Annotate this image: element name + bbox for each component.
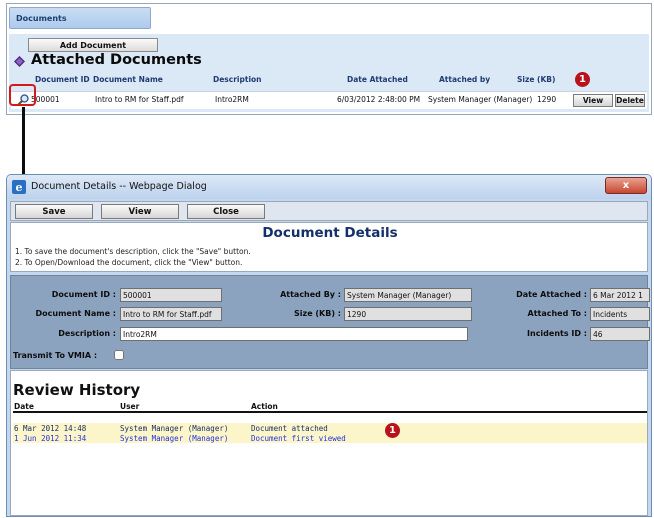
description-field[interactable] <box>120 327 468 341</box>
review-history-panel: Review History Date User Action 6 Mar 20… <box>10 370 648 516</box>
add-document-button[interactable]: Add Document <box>28 38 158 52</box>
document-details-dialog: e Document Details -- Webpage Dialog x S… <box>6 174 652 517</box>
delete-button[interactable]: Delete <box>615 94 645 107</box>
column-header-date-attached: Date Attached <box>347 75 408 84</box>
review-history-title: Review History <box>13 381 141 399</box>
document-name-field[interactable] <box>120 307 222 321</box>
browser-icon: e <box>12 180 26 194</box>
dialog-titlebar[interactable]: e Document Details -- Webpage Dialog x <box>7 175 651 199</box>
description-label: Description : <box>58 329 116 338</box>
history-date: 1 Jun 2012 11:34 <box>14 434 87 443</box>
incidents-id-field[interactable] <box>590 327 650 341</box>
date-attached-field[interactable] <box>590 288 650 302</box>
svg-text:e: e <box>16 181 23 194</box>
history-action: Document attached <box>251 424 328 433</box>
document-id-label: Document ID : <box>51 290 116 299</box>
view-button[interactable]: View <box>573 94 613 107</box>
history-header-action: Action <box>251 402 278 411</box>
callout-badge: 1 <box>385 423 400 438</box>
magnifier-highlight-box <box>9 84 36 106</box>
save-button[interactable]: Save <box>15 204 93 219</box>
dialog-toolbar: Save View Close <box>10 201 648 221</box>
instruction-line: 1. To save the document's description, c… <box>15 247 251 256</box>
size-label: Size (KB) : <box>294 309 341 318</box>
instruction-line: 2. To Open/Download the document, click … <box>15 258 243 267</box>
column-header-document-id: Document ID <box>35 75 90 84</box>
cell-attached-by: System Manager (Manager) <box>428 95 533 104</box>
history-user: System Manager (Manager) <box>120 424 229 433</box>
view-button[interactable]: View <box>101 204 179 219</box>
column-header-document-name: Document Name <box>93 75 163 84</box>
history-date: 6 Mar 2012 14:48 <box>14 424 87 433</box>
attached-documents-panel: Documents Add Document Attached Document… <box>6 3 652 115</box>
column-header-attached-by: Attached by <box>439 75 491 84</box>
column-header-size: Size (KB) <box>517 75 556 84</box>
history-header-user: User <box>120 402 140 411</box>
cell-size: 1290 <box>537 95 557 104</box>
close-button[interactable]: Close <box>187 204 265 219</box>
attached-to-label: Attached To : <box>527 309 588 318</box>
dialog-title: Document Details -- Webpage Dialog <box>31 181 207 192</box>
history-action: Document first viewed <box>251 434 346 443</box>
transmit-vmia-checkbox[interactable] <box>114 350 124 360</box>
history-row: 1 Jun 2012 11:34 System Manager (Manager… <box>13 433 647 443</box>
attached-by-label: Attached By : <box>280 290 341 299</box>
attached-by-field[interactable] <box>344 288 472 302</box>
date-attached-label: Date Attached : <box>516 290 587 299</box>
size-field[interactable] <box>344 307 472 321</box>
column-header-description: Description <box>213 75 262 84</box>
document-id-field[interactable] <box>120 288 222 302</box>
attached-documents-body: Add Document Attached Documents Document… <box>9 34 649 112</box>
document-name-label: Document Name : <box>35 309 116 318</box>
callout-badge: 1 <box>575 72 590 87</box>
instructions-panel: Document Details 1. To save the document… <box>10 222 648 272</box>
history-user: System Manager (Manager) <box>120 434 229 443</box>
page-title: Document Details <box>262 225 398 241</box>
document-form: Document ID : Attached By : Date Attache… <box>10 275 650 369</box>
incidents-id-label: Incidents ID : <box>527 329 587 338</box>
close-window-button[interactable]: x <box>605 177 647 194</box>
cell-date-attached: 6/03/2012 2:48:00 PM <box>337 95 421 104</box>
book-icon <box>14 56 25 67</box>
cell-document-name: Intro to RM for Staff.pdf <box>95 95 184 104</box>
documents-tab[interactable]: Documents <box>9 7 151 29</box>
history-header-date: Date <box>14 402 34 411</box>
cell-description: Intro2RM <box>215 95 249 104</box>
attached-to-field[interactable] <box>590 307 650 321</box>
history-divider <box>13 411 647 413</box>
attached-documents-title: Attached Documents <box>31 52 202 68</box>
transmit-vmia-label: Transmit To VMIA : <box>13 351 98 360</box>
table-row[interactable]: 500001 Intro to RM for Staff.pdf Intro2R… <box>11 91 647 109</box>
